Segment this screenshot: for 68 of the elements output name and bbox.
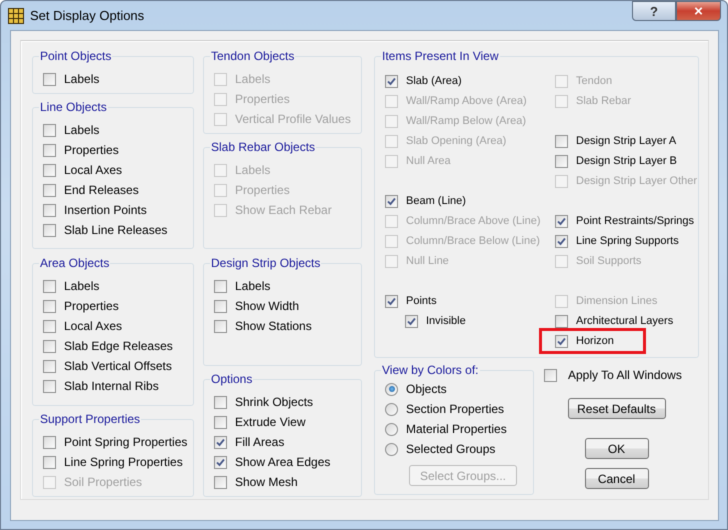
checkmark-icon xyxy=(556,216,567,226)
checkbox[interactable]: Architectural Layers xyxy=(555,311,698,331)
checkmark-icon xyxy=(406,316,417,326)
checkbox[interactable]: Labels xyxy=(43,276,188,296)
group-title: Support Properties xyxy=(39,412,142,426)
group-title: Tendon Objects xyxy=(210,49,296,63)
dialog-button[interactable]: Cancel xyxy=(584,468,648,489)
checkbox[interactable]: Labels xyxy=(43,69,188,89)
checkbox[interactable]: Points xyxy=(385,291,555,311)
checkmark-icon xyxy=(386,76,397,86)
checkbox[interactable]: Show Area Edges xyxy=(214,452,355,472)
radio-button[interactable]: Selected Groups xyxy=(385,439,527,459)
checkbox[interactable]: Properties xyxy=(43,296,188,316)
checkbox[interactable]: Point Restraints/Springs xyxy=(555,211,698,231)
help-button[interactable]: ? xyxy=(632,1,676,21)
group-title: Options xyxy=(210,372,254,386)
grid-icon xyxy=(8,8,24,24)
checkbox[interactable]: Horizon xyxy=(542,331,643,351)
checkbox[interactable]: Slab (Area) xyxy=(385,71,555,91)
checkmark-icon xyxy=(386,296,397,306)
group-title: Items Present In View xyxy=(381,49,500,63)
checkbox[interactable]: Show Mesh xyxy=(214,472,355,492)
checkbox[interactable]: Apply To All Windows xyxy=(544,365,682,385)
checkbox[interactable]: Extrude View xyxy=(214,412,355,432)
checkbox[interactable]: Fill Areas xyxy=(214,432,355,452)
dialog-button[interactable]: Reset Defaults xyxy=(568,398,666,419)
checkbox[interactable]: Beam (Line) xyxy=(385,191,555,211)
checkbox[interactable]: Slab Vertical Offsets xyxy=(43,356,188,376)
checkbox[interactable]: Labels xyxy=(43,120,188,140)
checkmark-icon xyxy=(215,436,226,448)
checkbox[interactable]: End Releases xyxy=(43,180,188,200)
checkbox[interactable]: Line Spring Properties xyxy=(43,452,188,472)
group-title: Area Objects xyxy=(39,256,110,270)
checkbox[interactable]: Slab Edge Releases xyxy=(43,336,188,356)
radio-circle[interactable] xyxy=(385,442,398,456)
radio-button[interactable]: Material Properties xyxy=(385,419,527,439)
checkbox[interactable]: Insertion Points xyxy=(43,200,188,220)
checkbox[interactable]: Show Width xyxy=(214,296,355,316)
radio-circle[interactable] xyxy=(385,422,398,436)
checkmark-icon xyxy=(556,336,567,346)
checkbox[interactable]: Shrink Objects xyxy=(214,392,355,412)
checkbox[interactable]: Design Strip Layer B xyxy=(555,151,698,171)
checkbox[interactable]: Properties xyxy=(43,140,188,160)
checkbox[interactable]: Design Strip Layer A xyxy=(555,131,698,151)
checkbox[interactable]: Point Spring Properties xyxy=(43,432,188,452)
checkbox[interactable]: Show Stations xyxy=(214,316,355,336)
checkmark-icon xyxy=(215,456,226,468)
checkbox[interactable]: Local Axes xyxy=(43,316,188,336)
group-title: Slab Rebar Objects xyxy=(210,140,316,154)
checkbox[interactable]: Slab Internal Ribs xyxy=(43,376,188,396)
group-title: View by Colors of: xyxy=(381,363,480,377)
radio-button[interactable]: Section Properties xyxy=(385,399,527,419)
checkbox[interactable]: Line Spring Supports xyxy=(555,231,698,251)
checkmark-icon xyxy=(556,236,567,246)
checkbox[interactable]: Slab Line Releases xyxy=(43,220,188,240)
group-title: Line Objects xyxy=(39,100,108,114)
radio-circle[interactable] xyxy=(385,382,398,396)
window-title: Set Display Options xyxy=(30,8,144,23)
group-title: Design Strip Objects xyxy=(210,256,322,270)
radio-circle[interactable] xyxy=(385,402,398,416)
checkbox[interactable]: Labels xyxy=(214,276,355,296)
close-button[interactable]: × xyxy=(676,1,721,21)
checkmark-icon xyxy=(386,196,397,206)
radio-button[interactable]: Objects xyxy=(385,379,527,399)
dialog-button[interactable]: OK xyxy=(584,438,648,459)
checkbox[interactable]: Local Axes xyxy=(43,160,188,180)
checkbox[interactable]: Invisible xyxy=(405,311,555,331)
group-title: Point Objects xyxy=(39,49,112,63)
